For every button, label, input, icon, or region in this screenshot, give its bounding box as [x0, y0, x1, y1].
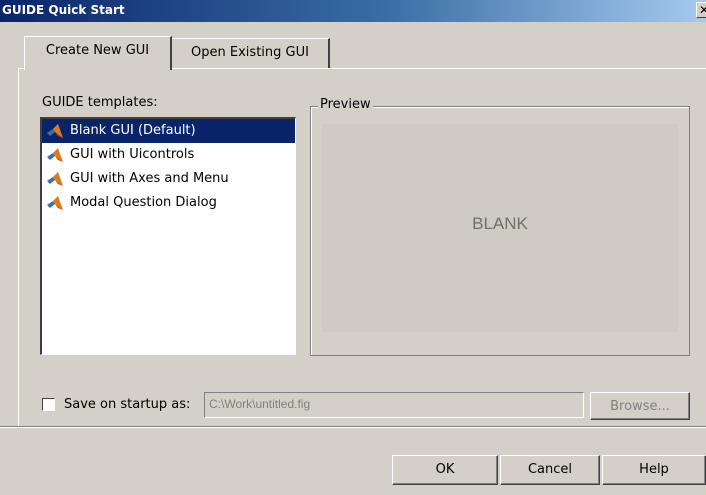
tab-label: Open Existing GUI [191, 45, 309, 60]
template-label: Blank GUI (Default) [70, 123, 196, 138]
template-modal-question-dialog[interactable]: Modal Question Dialog [42, 191, 295, 215]
close-button[interactable]: ✕ [696, 2, 706, 18]
templates-label: GUIDE templates: [42, 95, 158, 110]
window-title: GUIDE Quick Start [2, 3, 125, 17]
matlab-logo-icon [47, 124, 63, 138]
save-on-startup-label: Save on startup as: [64, 397, 191, 412]
preview-label: Preview [318, 97, 373, 112]
preview-canvas: BLANK [322, 124, 678, 332]
template-label: GUI with Uicontrols [70, 147, 195, 162]
tab-create-new-gui[interactable]: Create New GUI [24, 36, 172, 70]
divider [0, 426, 706, 428]
cancel-button[interactable]: Cancel [500, 455, 600, 485]
matlab-logo-icon [47, 196, 63, 210]
close-icon: ✕ [698, 3, 706, 17]
tab-open-existing-gui[interactable]: Open Existing GUI [172, 38, 330, 68]
template-label: Modal Question Dialog [70, 195, 217, 210]
save-on-startup-checkbox[interactable] [42, 398, 55, 411]
save-path-field: C:\Work\untitled.fig [204, 392, 584, 418]
template-gui-with-axes-and-menu[interactable]: GUI with Axes and Menu [42, 167, 295, 191]
template-blank-gui[interactable]: Blank GUI (Default) [42, 119, 295, 143]
tab-label: Create New GUI [45, 43, 150, 58]
template-list[interactable]: Blank GUI (Default) GUI with Uicontrols … [40, 117, 296, 355]
matlab-logo-icon [47, 172, 63, 186]
preview-content: BLANK [472, 214, 528, 233]
ok-button[interactable]: OK [392, 455, 498, 485]
template-gui-with-uicontrols[interactable]: GUI with Uicontrols [42, 143, 295, 167]
help-button[interactable]: Help [602, 455, 706, 485]
matlab-logo-icon [47, 148, 63, 162]
browse-button: Browse... [590, 392, 690, 420]
title-bar: GUIDE Quick Start ✕ [0, 0, 706, 22]
template-label: GUI with Axes and Menu [70, 171, 229, 186]
